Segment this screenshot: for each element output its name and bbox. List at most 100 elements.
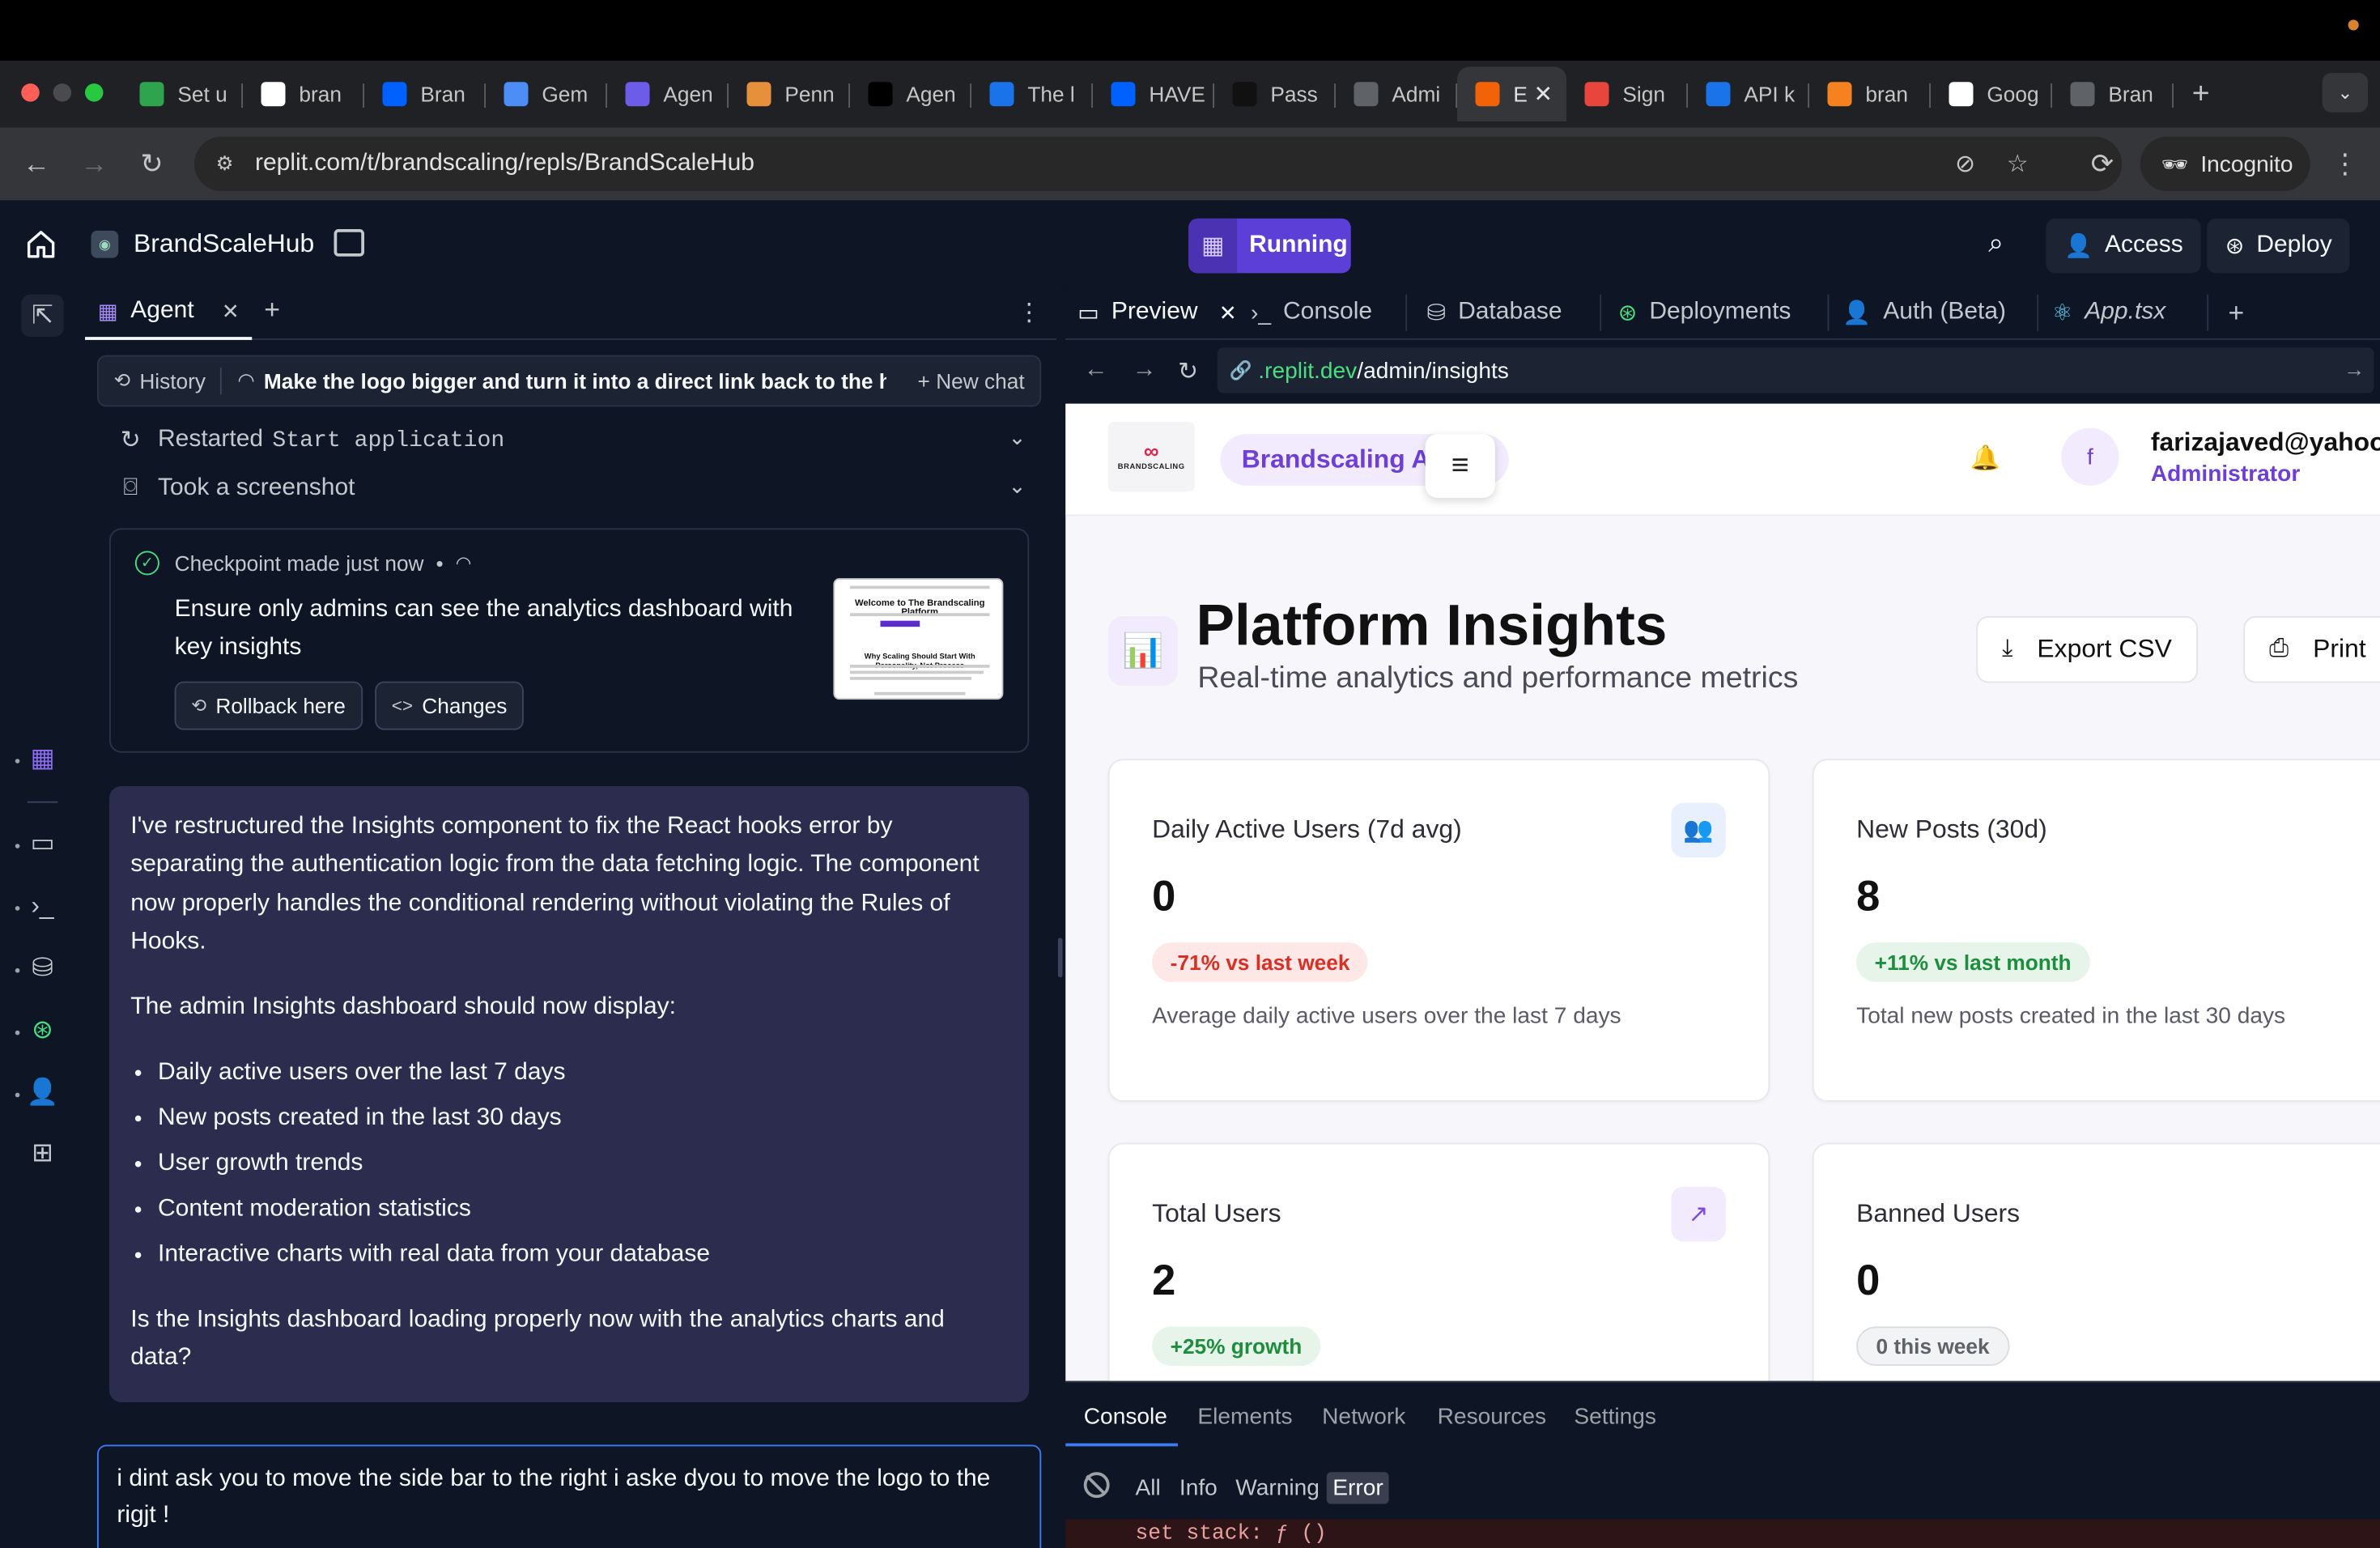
hamburger-menu-icon[interactable]: ≡ [1425,434,1495,498]
devtools-tab-elements[interactable]: Elements [1197,1404,1292,1430]
brand-logo[interactable]: ∞ BRANDSCALING [1107,422,1195,492]
avatar[interactable]: f [2061,427,2119,486]
tab-auth[interactable]: 👤 Auth (Beta) [1842,285,2006,339]
auth-user-icon[interactable]: 👤 [21,1071,64,1113]
window-close-button[interactable] [21,83,40,102]
tab-search-chevron-icon[interactable]: ⌄ [2322,72,2368,113]
deployments-icon[interactable]: ⊛ [21,1010,64,1052]
address-bar[interactable]: ⚙ replit.com/t/brandscaling/repls/BrandS… [194,136,2123,192]
changes-button[interactable]: <> Changes [375,681,524,730]
panel-resize-handle[interactable] [1056,285,1066,1548]
history-button[interactable]: ⟲ History [99,369,206,393]
filter-all[interactable]: All [1136,1475,1161,1501]
browser-tab[interactable]: Sign [1566,66,1688,121]
close-icon[interactable]: ✕ [1534,80,1553,108]
checkpoint-screenshot-thumbnail[interactable]: Welcome to The Brandscaling Platform Why… [833,578,1004,700]
open-arrow-icon[interactable]: → [2344,357,2365,381]
new-chat-button[interactable]: + New chat [918,369,1025,393]
devtools-tab-console[interactable]: Console [1084,1404,1167,1430]
browser-tab[interactable]: Bran [364,66,486,121]
step-screenshot[interactable]: ⌼ Took a screenshot ⌄ [116,469,1026,508]
browser-tab[interactable]: E ✕ [1457,66,1566,121]
reload-icon[interactable]: ↻ [134,146,170,182]
print-button[interactable]: ⎙ Print [2243,616,2380,683]
search-icon[interactable]: ⌕ [1988,228,2004,259]
tab-deployments[interactable]: ⊛ Deployments [1618,285,1791,339]
browser-tab[interactable]: Gem [486,66,607,121]
bell-icon[interactable]: 🔔 [1970,443,2000,473]
step-restarted[interactable]: ↻ Restarted Start application ⌄ [116,420,1026,460]
new-tab-plus-icon[interactable]: + [264,295,280,326]
tab-preview[interactable]: ▭ Preview ✕ [1077,285,1237,339]
console-prompt-icon[interactable]: ›_ [21,885,64,927]
window-zoom-button[interactable] [85,83,104,102]
new-tab-plus-icon[interactable]: + [2174,66,2229,121]
browser-tab[interactable]: API k [1688,66,1809,121]
back-arrow-icon[interactable]: ← [1084,357,1108,385]
rollback-button[interactable]: ⟲ Rollback here [174,681,363,730]
filter-error[interactable]: Error [1326,1472,1390,1504]
chat-input[interactable]: i dint ask you to move the side bar to t… [97,1444,1042,1548]
project-name[interactable]: BrandScaleHub [134,229,314,259]
agent-menu-icon[interactable]: ⋮ [1017,297,1041,327]
bookmark-star-icon[interactable]: ☆ [2007,149,2029,179]
reload-icon[interactable]: ↻ [1178,357,1198,387]
chevron-down-icon[interactable]: ⌄ [1008,425,1026,451]
preview-url-input[interactable]: 🔗 .replit.dev/admin/insights → [1217,347,2374,393]
deploy-button[interactable]: ⊛ Deploy [2207,218,2351,274]
all-tools-grid-icon[interactable]: ⊞ [21,1132,64,1174]
close-icon[interactable]: ✕ [222,299,240,325]
home-icon[interactable] [24,228,57,261]
browser-tab[interactable]: Penn [729,66,850,121]
clear-console-icon[interactable] [1083,1472,1110,1499]
devtools-tab-settings[interactable]: Settings [1574,1404,1656,1430]
chevron-down-icon[interactable]: ⌄ [1008,474,1026,500]
access-button[interactable]: 👤 Access [2046,218,2202,274]
browser-tab[interactable]: Agen [850,66,971,121]
site-settings-icon[interactable]: ⚙ [210,149,240,179]
devtools-tab-resources[interactable]: Resources [1438,1404,1546,1430]
tab-database[interactable]: ⛁ Database [1427,285,1562,339]
browser-tab[interactable]: HAVE [1093,66,1214,121]
agent-rail-icon[interactable]: ▦ [21,738,64,780]
browser-tab[interactable]: bran [1809,66,1931,121]
tab-agent[interactable]: ▦ Agent ✕ [85,285,253,340]
files-panel-icon[interactable]: ⇱ [21,294,64,338]
window-minimize-button[interactable] [53,83,72,102]
console-error-line[interactable]: set stack: ƒ () [1065,1519,2380,1548]
address-url[interactable]: replit.com/t/brandscaling/repls/BrandSca… [255,151,754,178]
database-icon[interactable]: ⛁ [21,947,64,989]
incognito-indicator[interactable]: 🕶 Incognito [2140,136,2310,192]
devtools-tab-network[interactable]: Network [1322,1404,1405,1430]
browser-tab[interactable]: bran [243,66,364,121]
browser-tab[interactable]: Set u [121,66,243,121]
project-info-icon[interactable] [334,229,364,257]
preview-monitor-icon[interactable]: ▭ [21,823,64,865]
project-avatar-icon[interactable]: ◉ [91,230,119,258]
run-status-button[interactable]: ▦ Running [1188,218,1351,274]
chat-input-text[interactable]: i dint ask you to move the side bar to t… [117,1466,990,1529]
back-arrow-icon[interactable]: ← [19,146,55,182]
browser-tab[interactable]: Goog [1931,66,2052,121]
tab-app-tsx[interactable]: ⚛ App.tsx [2052,285,2165,339]
filter-warning[interactable]: Warning [1235,1475,1320,1501]
stat-card-banned-users: Banned Users 0 0 this week [1812,1142,2380,1381]
browser-tab[interactable]: The l [971,66,1093,121]
browser-menu-icon[interactable]: ⋮ [2331,149,2359,181]
forward-arrow-icon[interactable]: → [1133,357,1157,385]
chat-title[interactable]: Make the logo bigger and turn it into a … [264,369,886,393]
filter-info[interactable]: Info [1179,1475,1218,1501]
eye-off-icon[interactable]: ⊘ [1955,149,1975,179]
new-tab-plus-icon[interactable]: + [2229,285,2245,339]
browser-tab[interactable]: Admi [1336,66,1457,121]
export-csv-button[interactable]: ⤓ Export CSV [1976,616,2198,683]
tab-console[interactable]: ›_ Console [1251,285,1372,339]
close-icon[interactable]: ✕ [1219,300,1237,325]
browser-tab[interactable]: Agen [607,66,729,121]
browser-tab[interactable]: Pass [1214,66,1336,121]
extension-icon[interactable]: ⟳ [2084,146,2120,182]
browser-tab[interactable]: Bran [2052,66,2174,121]
forward-arrow-icon[interactable]: → [76,146,113,182]
resize-grip[interactable] [1057,938,1063,978]
tab-divider [1827,294,1830,331]
